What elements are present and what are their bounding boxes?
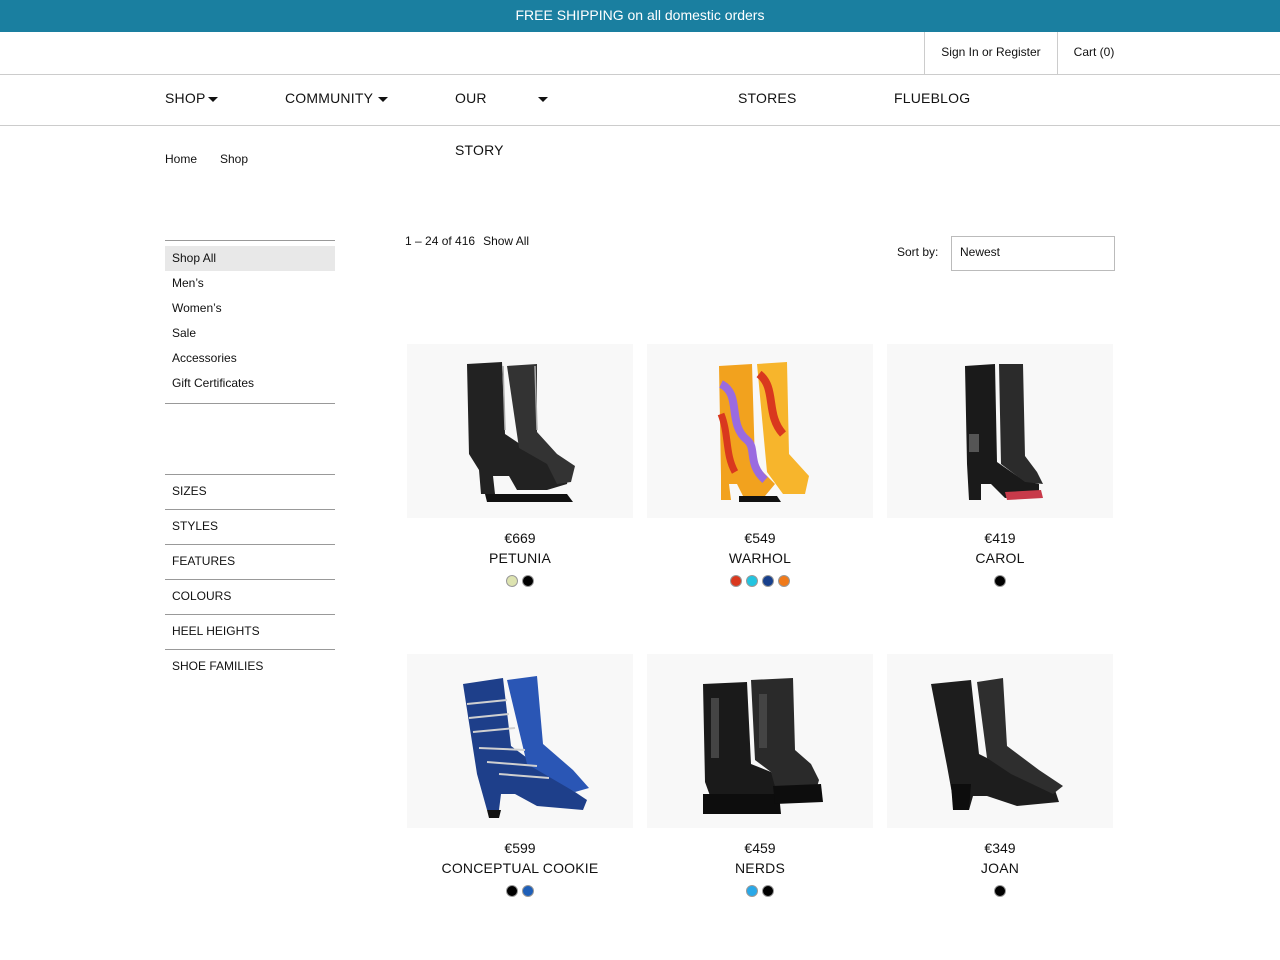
color-swatches — [887, 885, 1113, 897]
show-all-link[interactable]: Show All — [483, 234, 529, 248]
color-swatch[interactable] — [994, 575, 1006, 587]
product-name[interactable]: PETUNIA — [407, 548, 633, 568]
colorful-tall-boot-icon — [717, 362, 809, 502]
sign-in-register-link[interactable]: Sign In or Register — [924, 32, 1058, 74]
filter-features[interactable]: FEATURES — [165, 544, 335, 579]
product-image[interactable] — [647, 344, 873, 518]
product-price: €599 — [504, 840, 536, 856]
color-swatch[interactable] — [994, 885, 1006, 897]
color-swatches — [647, 575, 873, 587]
product-name[interactable]: JOAN — [887, 858, 1113, 878]
main-navigation: SHOP COMMUNITY OUR STORY STORES FLUEBLOG — [0, 75, 1280, 158]
filter-shoe-families[interactable]: SHOE FAMILIES — [165, 649, 335, 684]
product-image[interactable] — [407, 344, 633, 518]
product-name[interactable]: CONCEPTUAL COOKIE — [407, 858, 633, 878]
product-image[interactable] — [407, 654, 633, 828]
product-image[interactable] — [647, 654, 873, 828]
color-swatch[interactable] — [746, 575, 758, 587]
nav-flueblog[interactable]: FLUEBLOG — [894, 90, 970, 106]
chevron-down-icon[interactable] — [378, 97, 388, 102]
color-swatch[interactable] — [746, 885, 758, 897]
platform-zip-boot-icon — [467, 362, 575, 502]
blue-buckle-boot-icon — [463, 676, 589, 818]
filter-heel-heights[interactable]: HEEL HEIGHTS — [165, 614, 335, 649]
breadcrumb-home[interactable]: Home — [165, 152, 197, 166]
nav-shop[interactable]: SHOP — [165, 90, 205, 106]
account-bar: Sign In or Register Cart (0) — [0, 32, 1280, 75]
category-womens[interactable]: Women’s — [165, 296, 335, 321]
category-mens[interactable]: Men’s — [165, 271, 335, 296]
sidebar: Shop All Men’s Women’s Sale Accessories … — [165, 240, 335, 673]
nav-stores[interactable]: STORES — [738, 90, 797, 106]
product-card: €349 JOAN — [887, 654, 1113, 897]
filter-colours[interactable]: COLOURS — [165, 579, 335, 614]
results-count: 1 – 24 of 416 Show All — [405, 234, 529, 248]
color-swatch[interactable] — [762, 885, 774, 897]
color-swatches — [407, 575, 633, 587]
product-card: €599 CONCEPTUAL COOKIE — [407, 654, 633, 897]
promo-banner: FREE SHIPPING on all domestic orders — [0, 0, 1280, 32]
color-swatch[interactable] — [522, 575, 534, 587]
product-card: €549 WARHOL — [647, 344, 873, 587]
product-image[interactable] — [887, 344, 1113, 518]
chelsea-platform-boot-icon — [703, 678, 823, 814]
breadcrumb-shop[interactable]: Shop — [220, 152, 248, 166]
product-card: €669 PETUNIA — [407, 344, 633, 587]
category-sale[interactable]: Sale — [165, 321, 335, 346]
sort-select[interactable]: Newest — [951, 236, 1115, 271]
product-price: €419 — [984, 530, 1016, 546]
color-swatch[interactable] — [730, 575, 742, 587]
color-swatches — [887, 575, 1113, 587]
color-swatch[interactable] — [778, 575, 790, 587]
filter-list: SIZES STYLES FEATURES COLOURS HEEL HEIGH… — [165, 474, 335, 684]
product-name[interactable]: NERDS — [647, 858, 873, 878]
results-range: 1 – 24 of 416 — [405, 234, 476, 248]
category-shop-all[interactable]: Shop All — [165, 246, 335, 271]
black-riding-boot-icon — [965, 364, 1043, 500]
color-swatch[interactable] — [762, 575, 774, 587]
color-swatches — [647, 885, 873, 897]
product-price: €349 — [984, 840, 1016, 856]
product-card: €419 CAROL — [887, 344, 1113, 587]
category-accessories[interactable]: Accessories — [165, 346, 335, 371]
filter-styles[interactable]: STYLES — [165, 509, 335, 544]
chevron-down-icon[interactable] — [538, 97, 548, 102]
category-list: Shop All Men’s Women’s Sale Accessories … — [165, 240, 335, 404]
product-price: €459 — [744, 840, 776, 856]
chevron-down-icon[interactable] — [208, 97, 218, 102]
product-price: €669 — [504, 530, 536, 546]
cart-link[interactable]: Cart (0) — [1058, 32, 1130, 74]
nav-community[interactable]: COMMUNITY — [285, 90, 373, 106]
color-swatch[interactable] — [522, 885, 534, 897]
product-name[interactable]: CAROL — [887, 548, 1113, 568]
nav-our-story-line1[interactable]: OUR — [455, 90, 487, 106]
product-name[interactable]: WARHOL — [647, 548, 873, 568]
product-price: €549 — [744, 530, 776, 546]
sort-label: Sort by: — [897, 245, 939, 259]
product-card: €459 NERDS — [647, 654, 873, 897]
color-swatches — [407, 885, 633, 897]
product-image[interactable] — [887, 654, 1113, 828]
black-ankle-boot-icon — [931, 678, 1063, 810]
color-swatch[interactable] — [506, 885, 518, 897]
color-swatch[interactable] — [506, 575, 518, 587]
category-gift-certificates[interactable]: Gift Certificates — [165, 371, 335, 396]
nav-our-story-line2[interactable]: STORY — [455, 142, 504, 158]
filter-sizes[interactable]: SIZES — [165, 474, 335, 509]
